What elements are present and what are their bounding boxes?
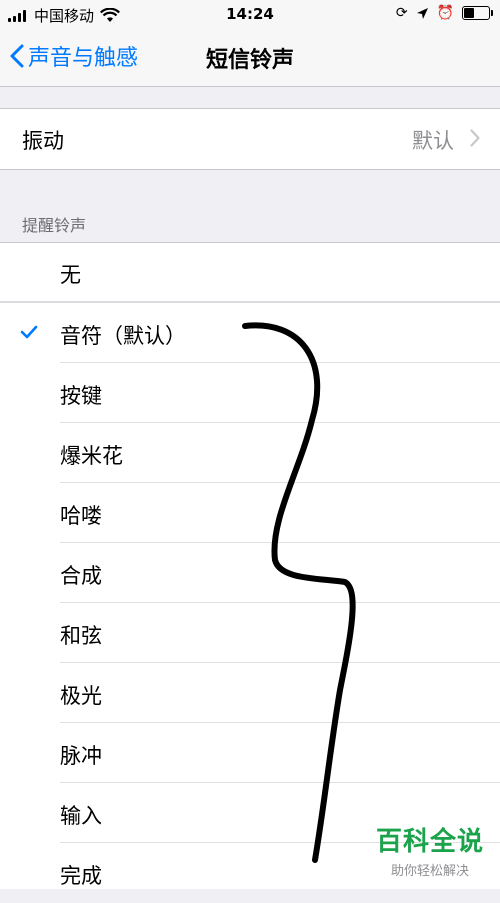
tone-item[interactable]: 按键: [0, 363, 500, 423]
rotation-lock-icon: ⟳: [395, 5, 408, 21]
watermark-subtitle: 助你轻松解决: [390, 864, 469, 879]
section-header-alert-tones: 提醒铃声: [22, 216, 87, 235]
tone-item-label: 按键: [60, 384, 102, 408]
tone-list: 音符（默认） 按键 爆米花 哈喽 合成 和弦 极光 脉冲 输入 完成: [0, 303, 500, 889]
tone-item[interactable]: 爆米花: [0, 423, 500, 483]
tone-item-label: 合成: [60, 564, 102, 588]
back-label: 声音与触感: [28, 46, 139, 71]
tone-item[interactable]: 极光: [0, 663, 500, 723]
checkmark-icon: [20, 325, 38, 339]
tone-item[interactable]: 和弦: [0, 603, 500, 663]
tone-item[interactable]: 合成: [0, 543, 500, 603]
tone-item-label: 哈喽: [60, 504, 102, 528]
status-bar: 中国移动 14:24 ⟳ ⏰: [0, 0, 500, 30]
tone-none[interactable]: 无: [0, 243, 500, 303]
tone-none-label: 无: [60, 263, 81, 287]
tone-item-label: 爆米花: [60, 444, 123, 468]
divider: [0, 169, 500, 170]
location-icon: [416, 7, 428, 19]
alarm-icon: ⏰: [436, 5, 454, 21]
status-right: ⟳ ⏰: [388, 5, 493, 21]
battery-icon: [462, 6, 493, 20]
watermark-title: 百科全说: [375, 827, 484, 857]
tone-item-label: 输入: [60, 804, 102, 828]
chevron-right-icon: [470, 129, 480, 147]
tone-item-label: 极光: [60, 684, 102, 708]
navigation-bar: 声音与触感 短信铃声: [0, 30, 500, 87]
tone-item[interactable]: 哈喽: [0, 483, 500, 543]
tone-item[interactable]: 脉冲: [0, 723, 500, 783]
chevron-left-icon: [10, 44, 24, 68]
tone-item-label: 和弦: [60, 624, 102, 648]
vibration-cell[interactable]: 振动 默认: [0, 109, 500, 169]
vibration-value: 默认: [412, 129, 454, 153]
tone-item-label: 脉冲: [60, 744, 102, 768]
tone-item-label: 完成: [60, 864, 102, 888]
tone-item[interactable]: 音符（默认）: [0, 303, 500, 363]
tone-item-label: 音符（默认）: [60, 324, 186, 348]
watermark-logo: 百科全说 助你轻松解决: [376, 821, 484, 879]
back-button[interactable]: 声音与触感: [10, 40, 138, 72]
vibration-label: 振动: [22, 129, 64, 153]
